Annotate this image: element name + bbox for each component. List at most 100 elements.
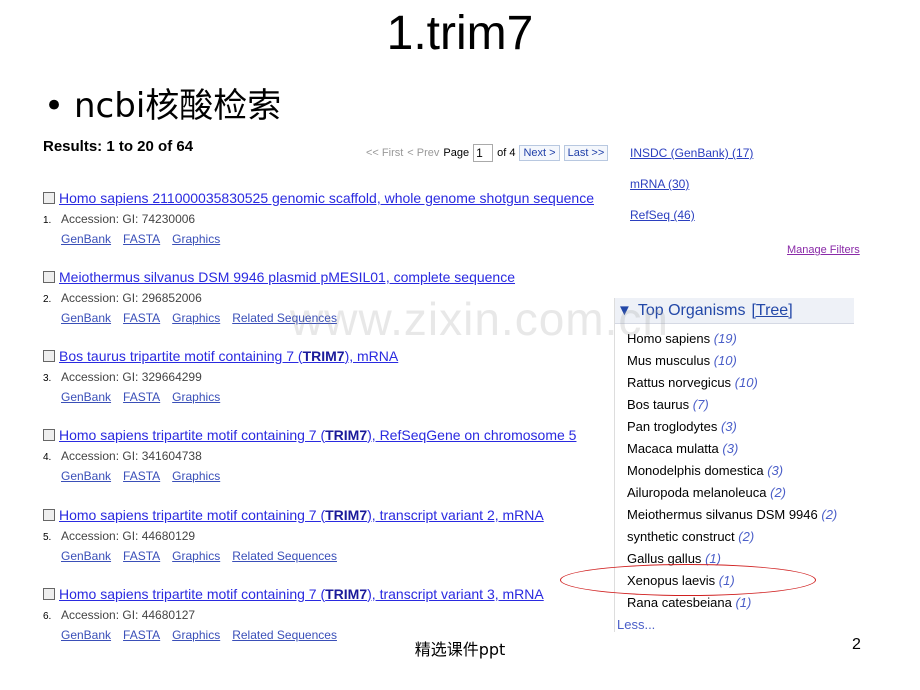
organism-item[interactable]: Rattus norvegicus (10)	[627, 372, 854, 394]
organism-name: Rana catesbeiana	[627, 595, 732, 610]
organism-item[interactable]: Meiothermus silvanus DSM 9946 (2)	[627, 504, 854, 526]
slide-title: 1.trim7	[386, 7, 534, 60]
result-title-bold: TRIM7	[325, 427, 368, 443]
pager-of-label: of 4	[497, 147, 516, 159]
watermark: www.zixin.com.cn	[290, 293, 669, 345]
result-title-bold: TRIM7	[302, 348, 345, 364]
organism-count: (7)	[692, 397, 709, 412]
result-checkbox[interactable]	[43, 192, 55, 204]
result-link[interactable]: FASTA	[123, 232, 160, 246]
page-number-input[interactable]	[473, 144, 494, 162]
result-accession: Accession: GI: 329664299	[61, 370, 202, 384]
organism-name: Meiothermus silvanus DSM 9946	[627, 507, 818, 522]
result-checkbox[interactable]	[43, 588, 55, 600]
organism-item[interactable]: Mus musculus (10)	[627, 350, 854, 372]
result-number: 4.	[43, 452, 52, 463]
organism-name: Rattus norvegicus	[627, 375, 732, 390]
organism-count: (10)	[713, 353, 737, 368]
organism-name: Ailuropoda melanoleuca	[627, 485, 767, 500]
result-item: Homo sapiens 211000035830525 genomic sca…	[43, 190, 603, 246]
result-link[interactable]: FASTA	[123, 311, 160, 325]
result-item: Homo sapiens tripartite motif containing…	[43, 507, 603, 563]
result-accession: Accession: GI: 296852006	[61, 291, 202, 305]
result-link[interactable]: Graphics	[172, 232, 220, 246]
filter-insdc[interactable]: INSDC (GenBank) (17)	[630, 146, 753, 160]
highlight-ellipse	[560, 564, 816, 596]
result-title-row: Homo sapiens tripartite motif containing…	[43, 427, 603, 443]
organism-item[interactable]: Pan troglodytes (3)	[627, 416, 854, 438]
result-checkbox[interactable]	[43, 350, 55, 362]
organism-count: (2)	[738, 529, 755, 544]
pager-prev[interactable]: < Prev	[407, 147, 439, 159]
organism-count: (2)	[770, 485, 786, 500]
result-meta: 5. Accession: GI: 44680129	[43, 529, 603, 543]
result-title-row: Bos taurus tripartite motif containing 7…	[43, 348, 603, 364]
filter-mrna[interactable]: mRNA (30)	[630, 177, 753, 191]
pager: << First < Prev Page of 4 Next > Last >>	[366, 144, 609, 162]
pager-first[interactable]: << First	[366, 147, 403, 159]
result-link[interactable]: FASTA	[123, 469, 160, 483]
result-link[interactable]: FASTA	[123, 390, 160, 404]
result-title-link[interactable]: Homo sapiens tripartite motif containing…	[59, 507, 544, 523]
slide-footer: 精选课件ppt	[414, 640, 506, 659]
result-checkbox[interactable]	[43, 509, 55, 521]
result-meta: 3. Accession: GI: 329664299	[43, 370, 603, 384]
ncbi-screenshot: Results: 1 to 20 of 64 << First < Prev P…	[40, 136, 860, 642]
result-links: GenBank FASTA Graphics	[61, 469, 603, 483]
bullet-dot: •	[44, 86, 65, 126]
result-accession: Accession: GI: 74230006	[61, 212, 196, 226]
result-links: GenBank FASTA Graphics	[61, 232, 603, 246]
result-title-link[interactable]: Bos taurus tripartite motif containing 7…	[59, 348, 398, 364]
result-link[interactable]: GenBank	[61, 390, 111, 404]
result-link[interactable]: Graphics	[172, 469, 220, 483]
filter-list: INSDC (GenBank) (17) mRNA (30) RefSeq (4…	[630, 146, 753, 239]
organism-item[interactable]: Bos taurus (7)	[627, 394, 854, 416]
tree-link[interactable]: [Tree]	[751, 302, 792, 320]
result-title-pre: Bos taurus tripartite motif containing 7…	[59, 348, 303, 364]
result-checkbox[interactable]	[43, 271, 55, 283]
result-link[interactable]: Graphics	[172, 311, 220, 325]
result-title-link[interactable]: Homo sapiens tripartite motif containing…	[59, 427, 576, 443]
result-link[interactable]: GenBank	[61, 549, 111, 563]
result-link[interactable]: Related Sequences	[232, 549, 337, 563]
bullet-text: ncbi核酸检索	[74, 86, 282, 126]
result-accession: Accession: GI: 341604738	[61, 449, 202, 463]
result-title-link[interactable]: Meiothermus silvanus DSM 9946 plasmid pM…	[59, 269, 515, 285]
result-checkbox[interactable]	[43, 429, 55, 441]
results-count: Results: 1 to 20 of 64	[43, 138, 194, 155]
result-accession: Accession: GI: 44680129	[61, 529, 196, 543]
pager-last-button[interactable]: Last >>	[563, 145, 609, 161]
result-title-row: Homo sapiens tripartite motif containing…	[43, 586, 603, 602]
result-link[interactable]: FASTA	[123, 549, 160, 563]
result-title-row: Meiothermus silvanus DSM 9946 plasmid pM…	[43, 269, 603, 285]
filter-refseq[interactable]: RefSeq (46)	[630, 208, 753, 222]
bullet-line: • ncbi核酸检索	[44, 78, 281, 127]
organism-count: (1)	[735, 595, 752, 610]
result-item: Homo sapiens tripartite motif containing…	[43, 427, 603, 483]
organism-count: (3)	[722, 441, 739, 456]
organism-count: (3)	[767, 463, 784, 478]
result-title-link[interactable]: Homo sapiens 211000035830525 genomic sca…	[59, 190, 594, 206]
organism-item[interactable]: Monodelphis domestica (3)	[627, 460, 854, 482]
organism-name: Mus musculus	[627, 353, 711, 368]
result-title-row: Homo sapiens tripartite motif containing…	[43, 507, 603, 523]
result-link[interactable]: GenBank	[61, 469, 111, 483]
organism-name: synthetic construct	[627, 529, 735, 544]
manage-filters-link[interactable]: Manage Filters	[787, 244, 860, 256]
result-title-post: ), mRNA	[344, 348, 399, 364]
less-link[interactable]: Less...	[617, 617, 655, 632]
pager-next-button[interactable]: Next >	[519, 145, 560, 161]
organism-item[interactable]: Macaca mulatta (3)	[627, 438, 854, 460]
result-number: 6.	[43, 611, 52, 622]
result-number: 1.	[43, 215, 52, 226]
pager-page-label: Page	[443, 147, 470, 159]
result-link[interactable]: GenBank	[61, 232, 111, 246]
result-link[interactable]: GenBank	[61, 311, 111, 325]
organism-item[interactable]: Ailuropoda melanoleuca (2)	[627, 482, 854, 504]
organism-item[interactable]: synthetic construct (2)	[627, 526, 854, 548]
result-link[interactable]: Graphics	[172, 390, 220, 404]
result-link[interactable]: Graphics	[172, 549, 220, 563]
result-title-post: ), RefSeqGene on chromosome 5	[367, 427, 577, 443]
result-title-link[interactable]: Homo sapiens tripartite motif containing…	[59, 586, 544, 602]
organism-count: (19)	[713, 331, 737, 346]
